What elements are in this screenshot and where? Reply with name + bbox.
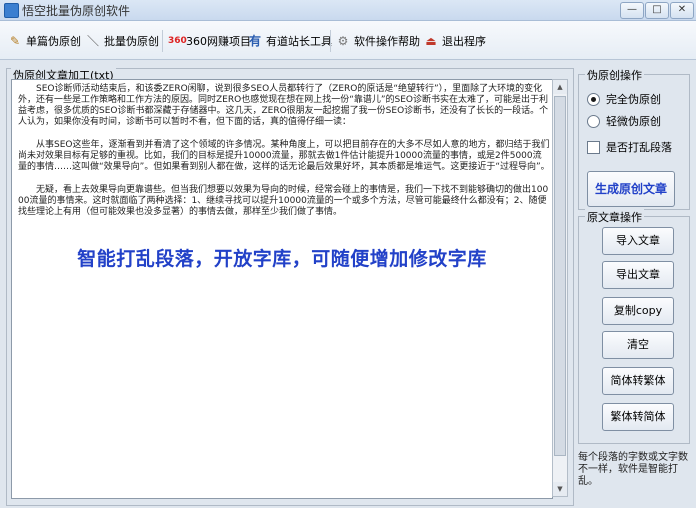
scroll-down-icon[interactable]: ▼ xyxy=(553,482,567,496)
promo-overlay: 智能打乱段落，开放字库，可随便增加修改字库 xyxy=(77,248,487,270)
traditional-to-simplified-button[interactable]: 繁体转简体 xyxy=(602,403,674,431)
batch-wand-icon: ＼ xyxy=(86,34,99,48)
radio-checked-icon xyxy=(587,92,600,106)
article-paragraph: 无疑，看上去效果导向更靠谱些。但当我们想要以效果为导向的时候，经常会碰上的事情是… xyxy=(18,185,549,217)
clear-button[interactable]: 清空 xyxy=(602,331,674,359)
article-ops-group: 原文章操作 导入文章 导出文章 复制copy 清空 简体转繁体 繁体转简体 xyxy=(578,209,690,444)
article-textarea[interactable]: SEO诊断师活动结束后，和该委ZERO闲聊，说到很多SEO人员都转行了（ZERO… xyxy=(11,79,553,499)
toolbar-divider xyxy=(330,30,331,52)
article-ops-title: 原文章操作 xyxy=(585,209,644,225)
rewrite-ops-group: 伪原创操作 完全伪原创 轻微伪原创 是否打乱段落 生成原创文章 xyxy=(578,67,690,210)
article-paragraph: SEO诊断师活动结束后，和该委ZERO闲聊，说到很多SEO人员都转行了（ZERO… xyxy=(18,84,549,127)
shuffle-paragraphs-checkbox[interactable]: 是否打乱段落 xyxy=(587,139,672,155)
exit-icon: ⏏ xyxy=(425,34,437,48)
checkbox-label: 是否打乱段落 xyxy=(606,141,672,154)
checkbox-icon xyxy=(587,140,600,154)
gear-help-icon: ⚙ xyxy=(337,34,349,48)
toolbar-batch-rewrite[interactable]: ＼ 批量伪原创 xyxy=(86,33,159,49)
project-360-icon: 360 xyxy=(168,36,187,46)
toolbar-single-rewrite[interactable]: ✎ 单篇伪原创 xyxy=(8,33,81,49)
window-title: 悟空批量伪原创软件 xyxy=(22,4,131,18)
toolbar-label: 单篇伪原创 xyxy=(26,35,81,48)
radio-full-rewrite[interactable]: 完全伪原创 xyxy=(587,91,661,107)
webmaster-tool-icon: 有 xyxy=(248,34,261,48)
toolbar-exit[interactable]: ⏏ 退出程序 xyxy=(424,33,486,49)
toolbar-label: 批量伪原创 xyxy=(104,35,159,48)
scroll-up-icon[interactable]: ▲ xyxy=(553,80,567,94)
maximize-button[interactable]: □ xyxy=(645,2,669,19)
article-text: SEO诊断师活动结束后，和该委ZERO闲聊，说到很多SEO人员都转行了（ZERO… xyxy=(18,84,550,230)
toolbar-help[interactable]: ⚙ 软件操作帮助 xyxy=(336,33,420,49)
close-button[interactable]: ✕ xyxy=(670,2,694,19)
toolbar-360-project[interactable]: 360 360网赚项目 xyxy=(168,33,251,49)
radio-light-rewrite[interactable]: 轻微伪原创 xyxy=(587,113,661,129)
toolbar-label: 有道站长工具 xyxy=(266,35,332,48)
toolbar: ✎ 单篇伪原创 ＼ 批量伪原创 360 360网赚项目 有 有道站长工具 ⚙ 软… xyxy=(0,21,696,60)
minimize-button[interactable]: — xyxy=(620,2,644,19)
rewrite-ops-title: 伪原创操作 xyxy=(585,67,644,83)
toolbar-label: 软件操作帮助 xyxy=(354,35,420,48)
copy-button[interactable]: 复制copy xyxy=(602,297,674,325)
article-paragraph: 从事SEO这些年，逐渐看到并看清了这个领域的许多情况。某种角度上，可以把目前存在… xyxy=(18,140,550,172)
title-bar: 悟空批量伪原创软件 — □ ✕ xyxy=(0,0,696,21)
radio-label: 轻微伪原创 xyxy=(606,115,661,128)
toolbar-label: 退出程序 xyxy=(442,35,486,48)
editor-group: 伪原创文章加工(txt) SEO诊断师活动结束后，和该委ZERO闲聊，说到很多S… xyxy=(6,67,574,506)
export-article-button[interactable]: 导出文章 xyxy=(602,261,674,289)
simplified-to-traditional-button[interactable]: 简体转繁体 xyxy=(602,367,674,395)
import-article-button[interactable]: 导入文章 xyxy=(602,227,674,255)
toolbar-label: 360网赚项目 xyxy=(186,35,251,48)
single-article-icon: ✎ xyxy=(9,34,21,48)
app-icon xyxy=(4,3,19,18)
radio-unchecked-icon xyxy=(587,114,600,128)
editor-scrollbar[interactable]: ▲ ▼ xyxy=(552,79,568,497)
footnote-text: 每个段落的字数或文字数不一样，软件是智能打乱。 xyxy=(578,452,688,487)
toolbar-youdao-tools[interactable]: 有 有道站长工具 xyxy=(248,33,332,49)
scroll-thumb[interactable] xyxy=(554,96,566,456)
toolbar-divider xyxy=(162,30,163,52)
radio-label: 完全伪原创 xyxy=(606,93,661,106)
generate-article-button[interactable]: 生成原创文章 xyxy=(587,171,675,207)
